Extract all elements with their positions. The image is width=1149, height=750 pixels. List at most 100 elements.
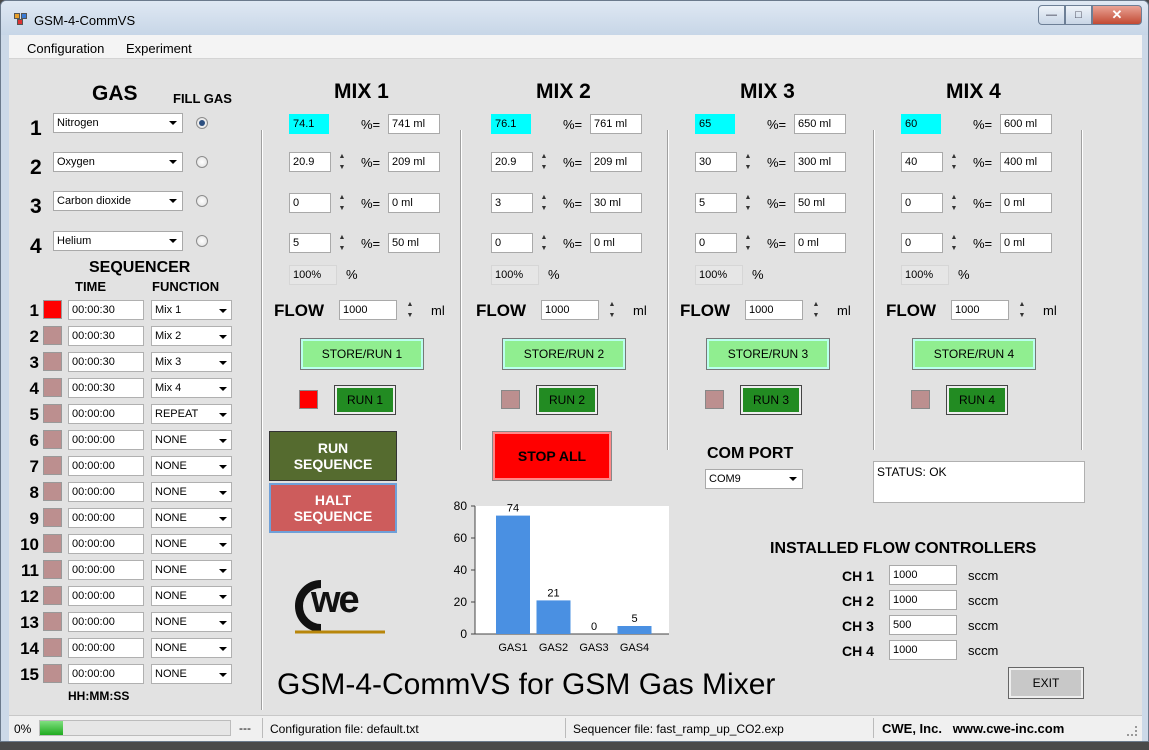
- chevron-down-icon[interactable]: ▼: [334, 203, 350, 214]
- halt-sequence-button[interactable]: HALT SEQUENCE: [269, 483, 397, 533]
- chevron-up-icon[interactable]: ▲: [946, 192, 962, 203]
- title-bar[interactable]: GSM-4-CommVS — □ ✕: [1, 1, 1148, 35]
- percent-spinner[interactable]: ▲ ▼: [946, 151, 962, 173]
- flow-input[interactable]: 1000: [745, 300, 803, 320]
- percent-spinner[interactable]: ▲ ▼: [740, 232, 756, 254]
- controller-capacity-input[interactable]: 1000: [889, 565, 957, 585]
- percent-spinner[interactable]: ▲ ▼: [946, 232, 962, 254]
- mix-percent-input[interactable]: 74.1: [289, 114, 329, 134]
- chevron-down-icon[interactable]: ▼: [536, 203, 552, 214]
- exit-button[interactable]: EXIT: [1008, 667, 1084, 699]
- mix-percent-input[interactable]: 20.9: [289, 152, 331, 172]
- gas-select-1[interactable]: Nitrogen: [53, 113, 183, 133]
- percent-spinner[interactable]: ▲ ▼: [334, 232, 350, 254]
- percent-spinner[interactable]: ▲ ▼: [740, 151, 756, 173]
- run-button-2[interactable]: RUN 2: [536, 385, 598, 415]
- chevron-down-icon[interactable]: ▼: [604, 310, 620, 321]
- sequencer-function-select[interactable]: NONE: [151, 638, 232, 658]
- controller-capacity-input[interactable]: 1000: [889, 640, 957, 660]
- flow-spinner[interactable]: ▲ ▼: [604, 299, 620, 321]
- sequencer-time-input[interactable]: 00:00:00: [68, 534, 144, 554]
- store-run-button-4[interactable]: STORE/RUN 4: [912, 338, 1036, 370]
- store-run-button-2[interactable]: STORE/RUN 2: [502, 338, 626, 370]
- mix-percent-input[interactable]: 0: [695, 233, 737, 253]
- sequencer-function-select[interactable]: NONE: [151, 612, 232, 632]
- mix-percent-input[interactable]: 3: [491, 193, 533, 213]
- chevron-up-icon[interactable]: ▲: [334, 232, 350, 243]
- chevron-up-icon[interactable]: ▲: [1014, 299, 1030, 310]
- chevron-down-icon[interactable]: ▼: [946, 162, 962, 173]
- sequencer-time-input[interactable]: 00:00:00: [68, 456, 144, 476]
- sequencer-function-select[interactable]: NONE: [151, 482, 232, 502]
- mix-percent-input[interactable]: 65: [695, 114, 735, 134]
- sequencer-time-input[interactable]: 00:00:00: [68, 586, 144, 606]
- sequencer-time-input[interactable]: 00:00:00: [68, 430, 144, 450]
- chevron-up-icon[interactable]: ▲: [946, 232, 962, 243]
- close-button[interactable]: ✕: [1092, 5, 1142, 25]
- sequencer-function-select[interactable]: NONE: [151, 508, 232, 528]
- fill-gas-radio-4[interactable]: [196, 235, 208, 247]
- percent-spinner[interactable]: ▲ ▼: [536, 232, 552, 254]
- minimize-button[interactable]: —: [1038, 5, 1065, 25]
- sequencer-time-input[interactable]: 00:00:30: [68, 378, 144, 398]
- percent-spinner[interactable]: ▲ ▼: [536, 192, 552, 214]
- chevron-up-icon[interactable]: ▲: [536, 151, 552, 162]
- mix-percent-input[interactable]: 20.9: [491, 152, 533, 172]
- percent-spinner[interactable]: ▲ ▼: [334, 192, 350, 214]
- chevron-down-icon[interactable]: ▼: [536, 243, 552, 254]
- sequencer-time-input[interactable]: 00:00:30: [68, 352, 144, 372]
- flow-spinner[interactable]: ▲ ▼: [402, 299, 418, 321]
- chevron-up-icon[interactable]: ▲: [402, 299, 418, 310]
- sequencer-function-select[interactable]: NONE: [151, 456, 232, 476]
- chevron-up-icon[interactable]: ▲: [334, 151, 350, 162]
- sequencer-time-input[interactable]: 00:00:00: [68, 482, 144, 502]
- sequencer-function-select[interactable]: NONE: [151, 560, 232, 580]
- mix-percent-input[interactable]: 0: [901, 233, 943, 253]
- sequencer-time-input[interactable]: 00:00:00: [68, 612, 144, 632]
- flow-input[interactable]: 1000: [541, 300, 599, 320]
- sequencer-time-input[interactable]: 00:00:00: [68, 638, 144, 658]
- chevron-down-icon[interactable]: ▼: [334, 243, 350, 254]
- stop-all-button[interactable]: STOP ALL: [492, 431, 612, 481]
- sequencer-time-input[interactable]: 00:00:00: [68, 404, 144, 424]
- mix-percent-input[interactable]: 5: [289, 233, 331, 253]
- chevron-down-icon[interactable]: ▼: [334, 162, 350, 173]
- chevron-up-icon[interactable]: ▲: [740, 192, 756, 203]
- flow-input[interactable]: 1000: [951, 300, 1009, 320]
- resize-grip-icon[interactable]: [1127, 726, 1137, 736]
- mix-percent-input[interactable]: 0: [289, 193, 331, 213]
- sequencer-time-input[interactable]: 00:00:00: [68, 508, 144, 528]
- mix-percent-input[interactable]: 76.1: [491, 114, 531, 134]
- gas-select-3[interactable]: Carbon dioxide: [53, 191, 183, 211]
- gas-select-2[interactable]: Oxygen: [53, 152, 183, 172]
- chevron-down-icon[interactable]: ▼: [808, 310, 824, 321]
- sequencer-function-select[interactable]: REPEAT: [151, 404, 232, 424]
- controller-capacity-input[interactable]: 500: [889, 615, 957, 635]
- run-button-3[interactable]: RUN 3: [740, 385, 802, 415]
- chevron-up-icon[interactable]: ▲: [740, 151, 756, 162]
- controller-capacity-input[interactable]: 1000: [889, 590, 957, 610]
- gas-select-4[interactable]: Helium: [53, 231, 183, 251]
- chevron-up-icon[interactable]: ▲: [808, 299, 824, 310]
- chevron-down-icon[interactable]: ▼: [402, 310, 418, 321]
- menu-configuration[interactable]: Configuration: [27, 41, 104, 56]
- chevron-down-icon[interactable]: ▼: [740, 243, 756, 254]
- run-sequence-button[interactable]: RUN SEQUENCE: [269, 431, 397, 481]
- run-button-4[interactable]: RUN 4: [946, 385, 1008, 415]
- chevron-up-icon[interactable]: ▲: [536, 232, 552, 243]
- mix-percent-input[interactable]: 40: [901, 152, 943, 172]
- chevron-up-icon[interactable]: ▲: [946, 151, 962, 162]
- com-port-select[interactable]: COM9: [705, 469, 803, 489]
- sequencer-time-input[interactable]: 00:00:30: [68, 326, 144, 346]
- sequencer-function-select[interactable]: Mix 2: [151, 326, 232, 346]
- chevron-up-icon[interactable]: ▲: [536, 192, 552, 203]
- chevron-down-icon[interactable]: ▼: [1014, 310, 1030, 321]
- chevron-up-icon[interactable]: ▲: [604, 299, 620, 310]
- chevron-up-icon[interactable]: ▲: [740, 232, 756, 243]
- fill-gas-radio-3[interactable]: [196, 195, 208, 207]
- chevron-up-icon[interactable]: ▲: [334, 192, 350, 203]
- sequencer-function-select[interactable]: NONE: [151, 664, 232, 684]
- mix-percent-input[interactable]: 5: [695, 193, 737, 213]
- chevron-down-icon[interactable]: ▼: [740, 203, 756, 214]
- sequencer-function-select[interactable]: Mix 3: [151, 352, 232, 372]
